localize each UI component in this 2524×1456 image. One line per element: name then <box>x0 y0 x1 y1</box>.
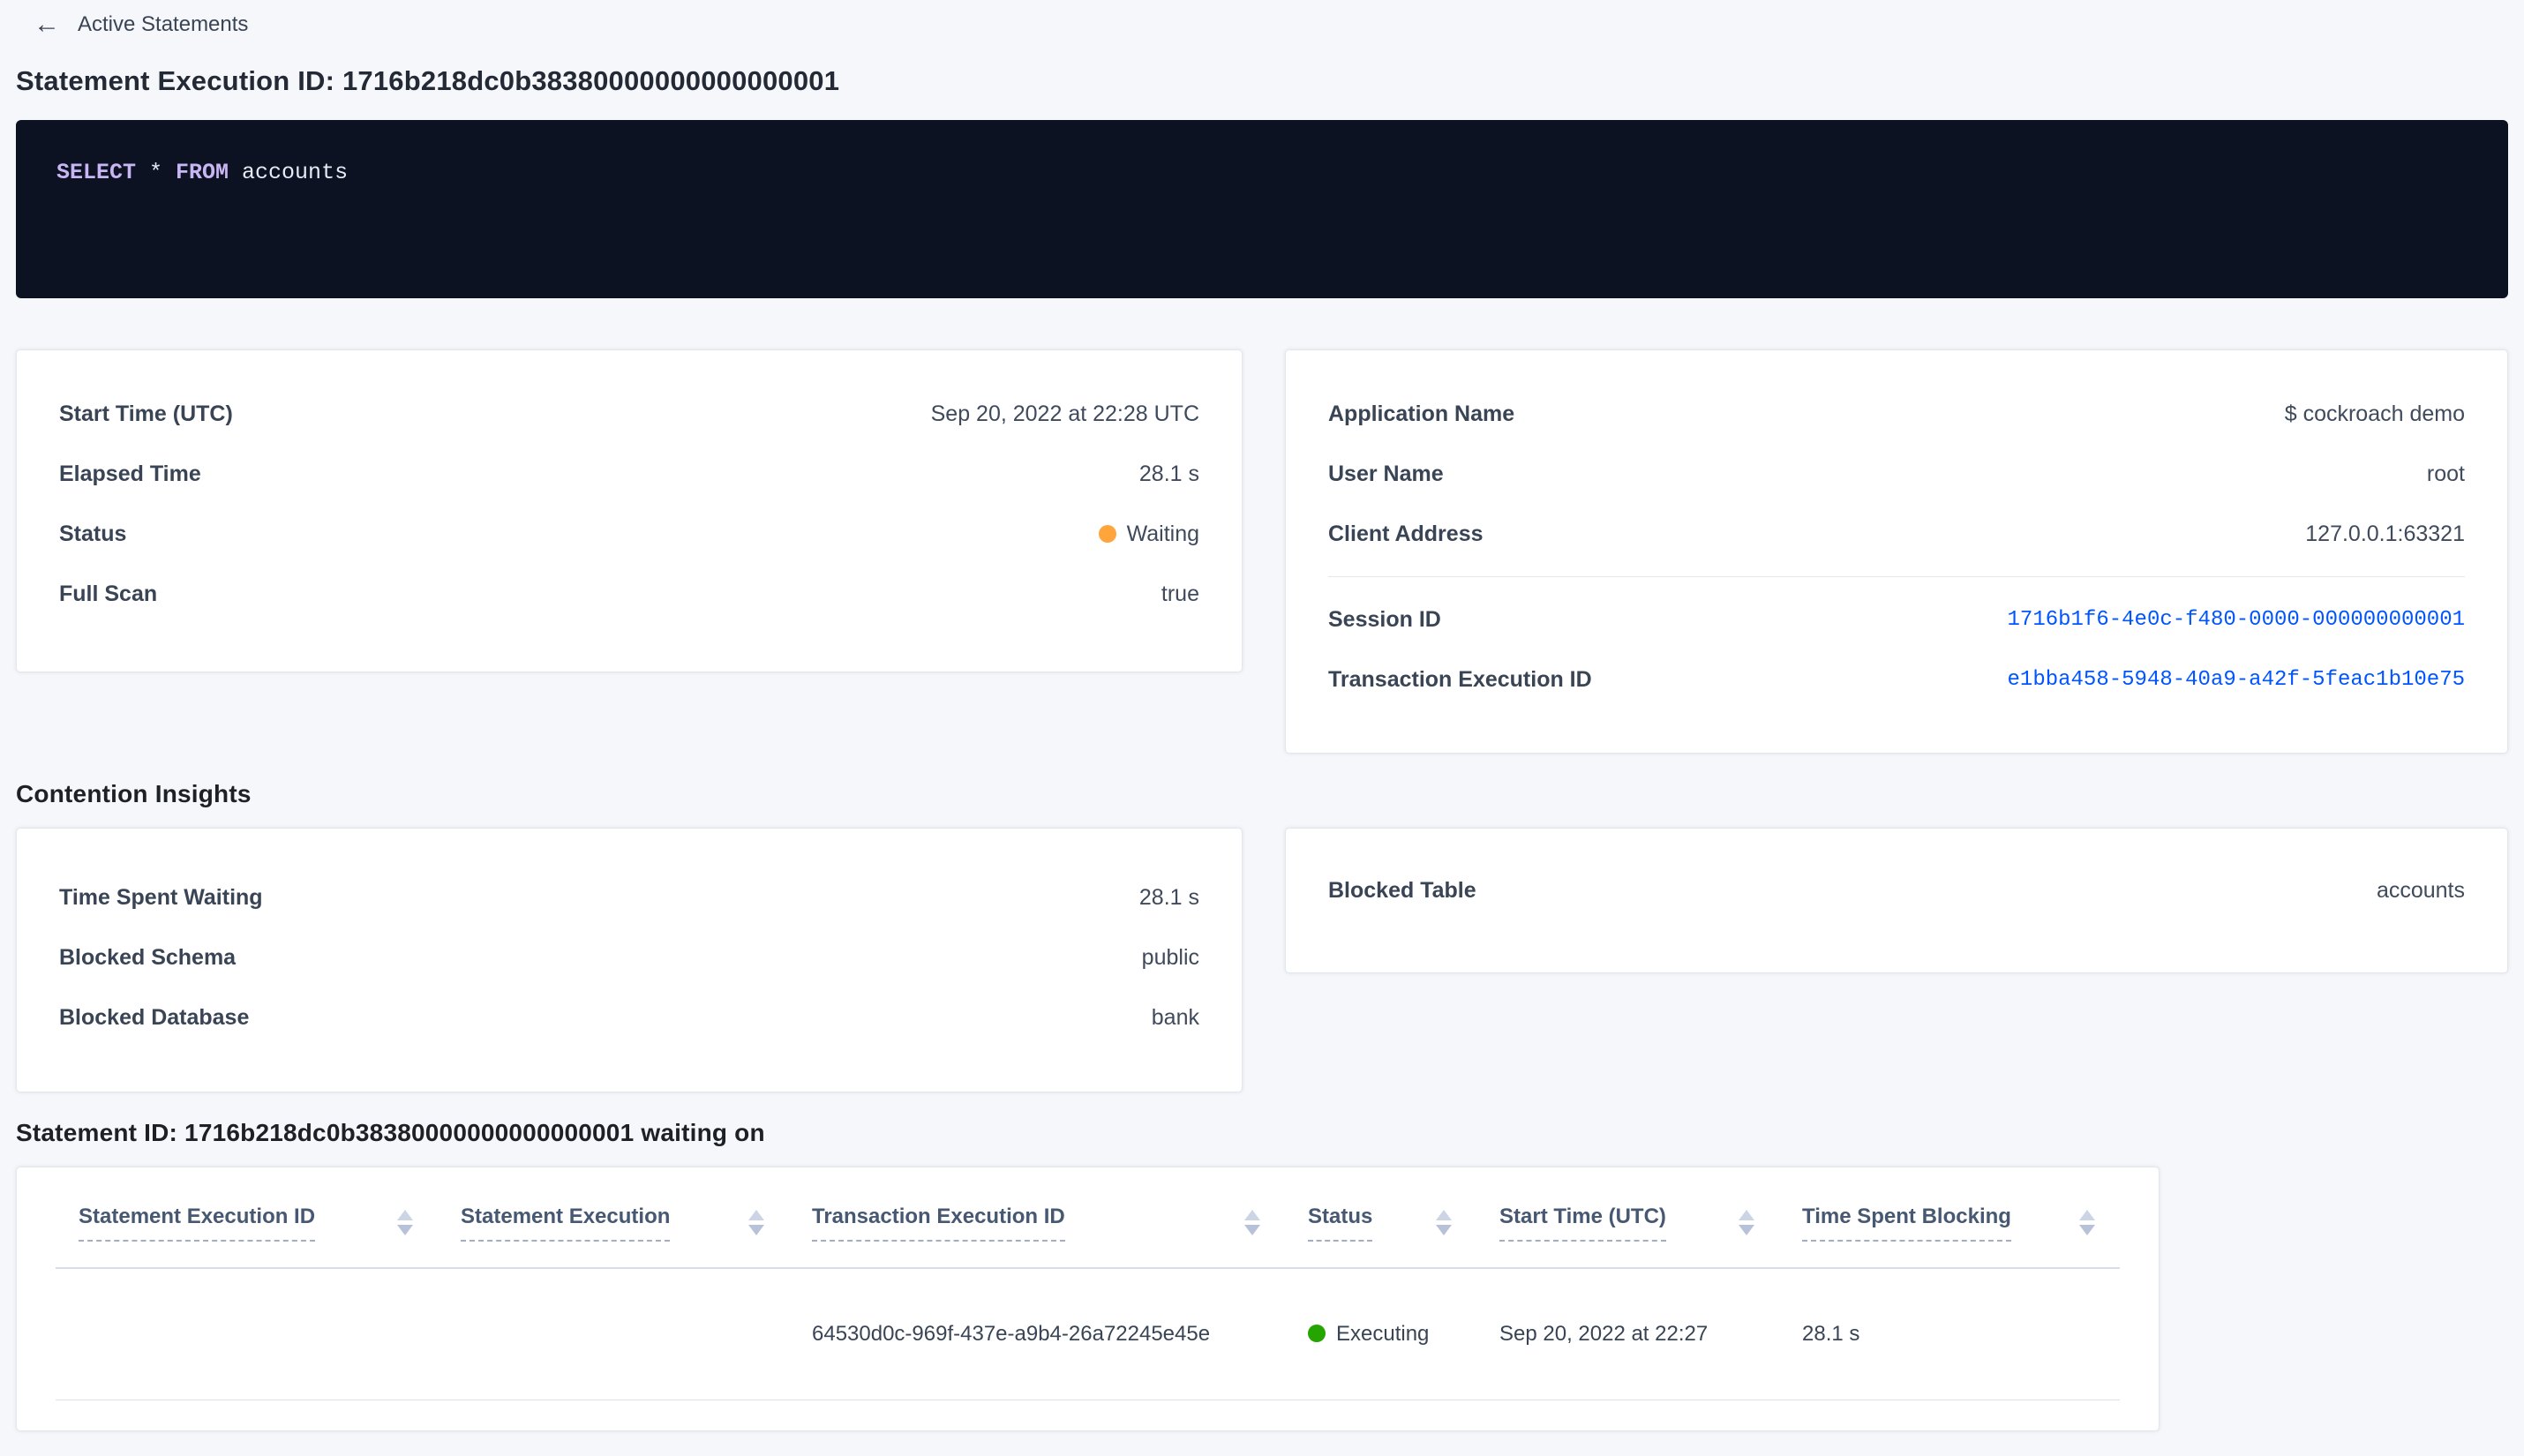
cell-start-time: Sep 20, 2022 at 22:27 <box>1499 1322 1709 1346</box>
transaction-execution-id-label: Transaction Execution ID <box>1328 666 1592 692</box>
waiting-status-dot-icon <box>1098 524 1116 543</box>
session-id-link[interactable]: 1716b1f6-4e0c-f480-0000-000000000001 <box>2008 608 2465 632</box>
blocked-database-label: Blocked Database <box>59 1004 250 1030</box>
executing-status-dot-icon <box>1308 1325 1326 1342</box>
start-time-value: Sep 20, 2022 at 22:28 UTC <box>930 401 1199 426</box>
contention-insights-heading: Contention Insights <box>16 780 252 807</box>
session-id-label: Session ID <box>1328 606 1441 632</box>
transaction-execution-id-link[interactable]: e1bba458-5948-40a9-a42f-5feac1b10e75 <box>2008 668 2465 692</box>
sql-keyword: SELECT <box>56 160 137 185</box>
blocked-schema-label: Blocked Schema <box>59 944 237 970</box>
blocked-database-row: Blocked Database bank <box>59 987 1199 1047</box>
status-label: Status <box>59 521 127 546</box>
breadcrumb: ← Active Statements <box>16 0 2508 41</box>
status-value: Waiting <box>1098 521 1199 547</box>
blocked-database-value: bank <box>1151 1004 1199 1030</box>
column-header-label[interactable]: Statement Execution ID <box>79 1205 316 1242</box>
column-header-label[interactable]: Statement Execution <box>461 1205 671 1242</box>
start-time-row: Start Time (UTC) Sep 20, 2022 at 22:28 U… <box>59 384 1199 444</box>
elapsed-time-row: Elapsed Time 28.1 s <box>59 444 1199 504</box>
user-name-value: root <box>2426 461 2465 486</box>
column-header-label[interactable]: Transaction Execution ID <box>812 1205 1065 1242</box>
sort-icon[interactable] <box>1739 1210 1754 1235</box>
sort-icon[interactable] <box>1244 1210 1260 1235</box>
column-header-label[interactable]: Status <box>1308 1205 1373 1242</box>
column-header-statement-execution[interactable]: Statement Execution <box>438 1205 789 1242</box>
user-name-label: User Name <box>1328 461 1444 486</box>
column-header-label[interactable]: Time Spent Blocking <box>1802 1205 2011 1242</box>
table-row: 64530d0c-969f-437e-a9b4-26a72245e45e Exe… <box>56 1269 2120 1400</box>
contention-details-card: Time Spent Waiting 28.1 s Blocked Schema… <box>16 828 1243 1092</box>
time-spent-waiting-value: 28.1 s <box>1138 884 1199 910</box>
column-header-label[interactable]: Start Time (UTC) <box>1499 1205 1666 1242</box>
application-name-value: $ cockroach demo <box>2284 401 2465 426</box>
application-name-label: Application Name <box>1328 401 1515 426</box>
sort-icon[interactable] <box>748 1210 764 1235</box>
session-id-row: Session ID 1716b1f6-4e0c-f480-0000-00000… <box>1328 589 2465 649</box>
full-scan-value: true <box>1161 581 1199 606</box>
cell-transaction-execution-id: 64530d0c-969f-437e-a9b4-26a72245e45e <box>812 1322 1211 1346</box>
client-address-label: Client Address <box>1328 521 1484 546</box>
back-arrow-icon[interactable]: ← <box>34 11 60 38</box>
waiting-on-heading: Statement ID: 1716b218dc0b38380000000000… <box>16 1119 765 1146</box>
status-row: Status Waiting <box>59 504 1199 564</box>
sort-icon[interactable] <box>397 1210 413 1235</box>
cell-status: Executing <box>1285 1322 1476 1347</box>
elapsed-time-label: Elapsed Time <box>59 461 201 486</box>
blocked-table-label: Blocked Table <box>1328 877 1476 903</box>
summary-cards-row: Start Time (UTC) Sep 20, 2022 at 22:28 U… <box>16 349 2508 754</box>
cell-time-spent-blocking: 28.1 s <box>1802 1322 1860 1346</box>
application-name-row: Application Name $ cockroach demo <box>1328 384 2465 444</box>
column-header-statement-execution-id[interactable]: Statement Execution ID <box>56 1205 438 1242</box>
blocked-table-row: Blocked Table accounts <box>1328 860 2465 920</box>
elapsed-time-value: 28.1 s <box>1138 461 1199 486</box>
sql-statement-box: SELECT * FROM accounts <box>16 120 2508 298</box>
client-address-row: Client Address 127.0.0.1:63321 <box>1328 504 2465 564</box>
blocked-schema-row: Blocked Schema public <box>59 927 1199 987</box>
sort-icon[interactable] <box>2079 1210 2095 1235</box>
start-time-label: Start Time (UTC) <box>59 401 233 426</box>
column-header-transaction-execution-id[interactable]: Transaction Execution ID <box>789 1205 1285 1242</box>
blocked-schema-value: public <box>1141 944 1199 970</box>
full-scan-label: Full Scan <box>59 581 158 606</box>
column-header-time-spent-blocking[interactable]: Time Spent Blocking <box>1779 1205 2120 1242</box>
blocked-table-card: Blocked Table accounts <box>1285 828 2508 973</box>
executing-status-text: Executing <box>1336 1322 1430 1346</box>
client-address-value: 127.0.0.1:63321 <box>2305 521 2465 546</box>
transaction-execution-id-row: Transaction Execution ID e1bba458-5948-4… <box>1328 649 2465 709</box>
column-header-status[interactable]: Status <box>1285 1205 1476 1242</box>
blocked-table-value: accounts <box>2376 877 2465 903</box>
sort-icon[interactable] <box>1436 1210 1452 1235</box>
full-scan-row: Full Scan true <box>59 564 1199 624</box>
contention-cards-row: Time Spent Waiting 28.1 s Blocked Schema… <box>16 828 2508 1092</box>
sql-keyword: FROM <box>176 160 229 185</box>
back-link-active-statements[interactable]: Active Statements <box>78 12 248 37</box>
column-header-start-time[interactable]: Start Time (UTC) <box>1476 1205 1779 1242</box>
status-text: Waiting <box>1126 521 1199 546</box>
page-title: Statement Execution ID: 1716b218dc0b3838… <box>16 65 840 96</box>
statement-execution-page: ← Active Statements Statement Execution … <box>0 0 2524 1431</box>
waiting-on-table: Statement Execution ID Statement Executi… <box>16 1167 2160 1431</box>
sql-text: * <box>136 160 177 185</box>
time-spent-waiting-label: Time Spent Waiting <box>59 884 263 910</box>
session-details-card: Application Name $ cockroach demo User N… <box>1285 349 2508 754</box>
user-name-row: User Name root <box>1328 444 2465 504</box>
table-header-row: Statement Execution ID Statement Executi… <box>56 1167 2120 1269</box>
time-spent-waiting-row: Time Spent Waiting 28.1 s <box>59 867 1199 927</box>
execution-details-card: Start Time (UTC) Sep 20, 2022 at 22:28 U… <box>16 349 1243 672</box>
sql-text: accounts <box>229 160 349 185</box>
card-divider <box>1328 576 2465 577</box>
